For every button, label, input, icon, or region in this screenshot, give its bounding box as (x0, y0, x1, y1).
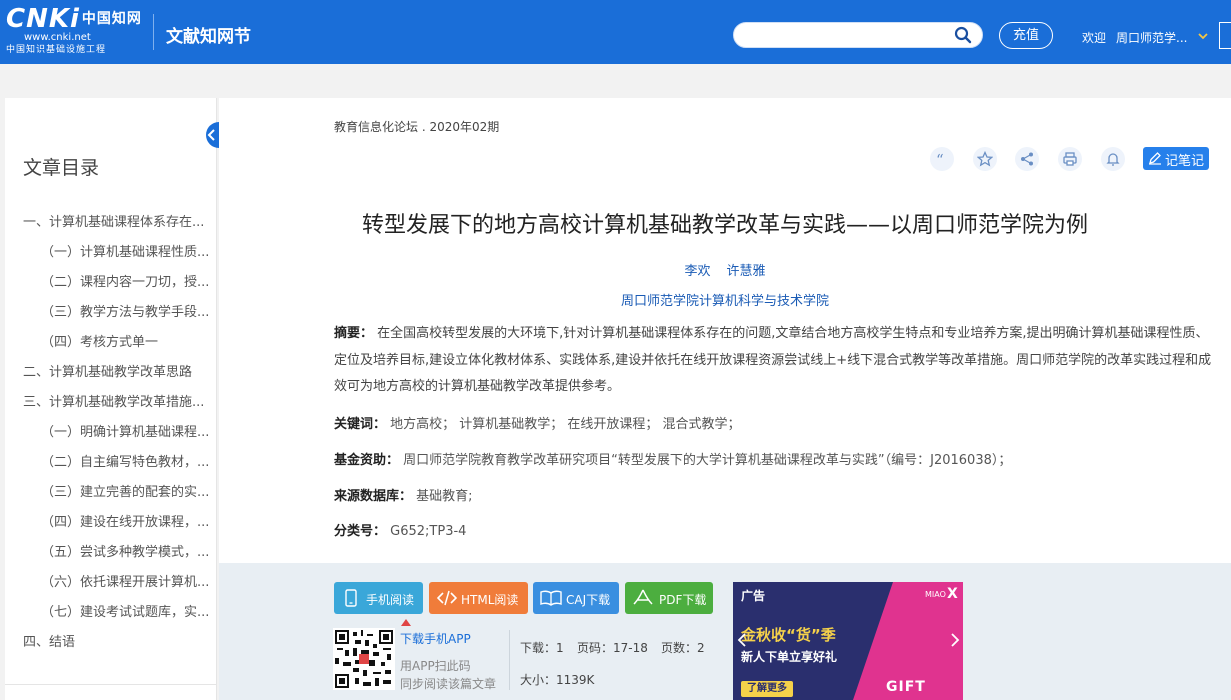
sidebar-divider (5, 684, 217, 685)
phone-icon (345, 589, 357, 607)
journal-info[interactable]: 教育信息化论坛 . 2020年02期 (334, 118, 499, 135)
caj-download-label: CAJ下载 (566, 593, 611, 607)
caj-download-button[interactable]: CAJ下载 (533, 582, 619, 614)
source-label: 来源数据库： (334, 489, 413, 504)
ad-brand: MIAO (925, 590, 946, 599)
fund-label: 基金资助： (334, 453, 400, 468)
toc-item[interactable]: （二）自主编写特色教材，... (41, 451, 209, 470)
toc-title: 文章目录 (23, 157, 100, 179)
header-extra-button[interactable] (1219, 22, 1231, 49)
toc-item[interactable]: （五）尝试多种教学模式，... (41, 541, 209, 560)
logo-divider (153, 14, 154, 50)
file-size: 大小：1139K (520, 673, 595, 687)
toc-item[interactable]: （六）依托课程开展计算机... (41, 571, 209, 590)
search-input[interactable] (733, 22, 983, 48)
keywords-row: 关键词： 地方高校； 计算机基础教学； 在线开放课程； 混合式教学； (334, 413, 741, 432)
source-row: 来源数据库： 基础教育; (334, 485, 473, 504)
toc-item[interactable]: （四）考核方式单一 (41, 331, 158, 350)
ad-learn-more-button[interactable]: 了解更多 (741, 681, 793, 697)
toc-item[interactable]: 一、计算机基础课程体系存在... (23, 211, 204, 230)
abstract-label: 摘要： (334, 326, 374, 341)
abstract: 摘要： 在全国高校转型发展的大环境下,针对计算机基础课程体系存在的问题,文章结合… (334, 321, 1212, 401)
toc-item[interactable]: （一）明确计算机基础课程... (41, 421, 209, 440)
book-icon (540, 590, 562, 606)
toc-item[interactable]: （三）教学方法与教学手段... (41, 301, 209, 320)
star-icon (977, 151, 993, 167)
edit-icon (1149, 152, 1161, 165)
toc-item[interactable]: （二）课程内容一刀切，授... (41, 271, 209, 290)
cnki-logo[interactable]: CNKi 中国知网 www.cnki.net 中国知识基础设施工程 (6, 6, 146, 58)
mobile-read-label: 手机阅读 (366, 593, 415, 607)
svg-text:“: “ (936, 151, 944, 167)
search-icon[interactable] (954, 26, 972, 44)
download-app-link[interactable]: 下载手机APP (400, 630, 471, 647)
pdf-download-label: PDF下载 (659, 593, 707, 607)
app-arrow-icon (401, 619, 411, 626)
cite-button[interactable]: “ (930, 147, 954, 171)
pdf-download-button[interactable]: PDF下载 (625, 582, 713, 614)
ad-prev-icon[interactable] (737, 632, 747, 648)
user-name[interactable]: 周口师范学... (1116, 29, 1187, 46)
take-note-button[interactable]: 记笔记 (1143, 147, 1209, 170)
ad-subline: 新人下单立享好礼 (741, 650, 838, 664)
toc-item[interactable]: 二、计算机基础教学改革思路 (23, 361, 192, 380)
quote-icon: “ (936, 151, 944, 167)
print-button[interactable] (1058, 147, 1082, 171)
logo-cn: 中国知网 (81, 11, 142, 27)
app-hint-1: 用APP扫此码 (400, 659, 471, 673)
recharge-button[interactable]: 充值 (999, 22, 1053, 49)
toc-item[interactable]: （三）建立完善的配套的实... (41, 481, 209, 500)
html-read-label: HTML阅读 (461, 593, 519, 607)
chevron-down-icon[interactable] (1197, 30, 1209, 42)
toc-item[interactable]: （七）建设考试试题库，实... (41, 601, 209, 620)
toc-item[interactable]: （一）计算机基础课程性质... (41, 241, 209, 260)
print-icon (1063, 152, 1077, 166)
logo-url: www.cnki.net (24, 32, 91, 43)
ad-gift-text: GIFT (886, 679, 926, 695)
share-icon (1021, 152, 1033, 166)
class-label: 分类号： (334, 524, 387, 539)
pdf-icon (633, 589, 653, 605)
app-hint-2: 同步阅读该篇文章 (400, 677, 497, 691)
ad-headline: 金秋收“货”季 (741, 626, 836, 644)
take-note-label: 记笔记 (1165, 154, 1205, 169)
code-icon (437, 590, 457, 606)
fund-value[interactable]: 周口师范学院教育教学改革研究项目“转型发展下的大学计算机基础课程改革与实践”（编… (403, 453, 1011, 468)
site-name[interactable]: 文献知网节 (166, 22, 251, 47)
toc-item[interactable]: （四）建设在线开放课程，... (41, 511, 209, 530)
ad-next-icon[interactable] (950, 632, 960, 648)
share-button[interactable] (1015, 147, 1039, 171)
source-value: 基础教育; (416, 489, 473, 504)
keywords-label: 关键词： (334, 417, 387, 432)
favorite-button[interactable] (973, 147, 997, 171)
author-link[interactable]: 李欢 (684, 264, 710, 279)
ad-label: 广告 (741, 589, 766, 603)
download-count: 下载：1 (520, 641, 564, 655)
ad-close-button[interactable]: X (947, 586, 958, 602)
subscribe-button[interactable] (1101, 147, 1125, 171)
abstract-text: 在全国高校转型发展的大环境下,针对计算机基础课程体系存在的问题,文章结合地方高校… (334, 326, 1212, 394)
class-value: G652;TP3-4 (390, 524, 467, 539)
page-range: 页码：17-18 (577, 641, 648, 655)
article-title: 转型发展下的地方高校计算机基础教学改革与实践——以周口师范学院为例 (361, 213, 1088, 238)
bell-icon (1106, 153, 1120, 166)
welcome-label: 欢迎 (1082, 31, 1107, 45)
keywords-value[interactable]: 地方高校； 计算机基础教学； 在线开放课程； 混合式教学； (390, 417, 740, 432)
stats-divider (509, 630, 510, 690)
html-read-button[interactable]: HTML阅读 (429, 582, 528, 614)
author-list: 李欢 许慧雅 (219, 260, 1231, 279)
fund-row: 基金资助： 周口师范学院教育教学改革研究项目“转型发展下的大学计算机基础课程改革… (334, 449, 1011, 468)
qr-code-icon (333, 628, 395, 690)
affiliation-link[interactable]: 周口师范学院计算机科学与技术学院 (219, 290, 1231, 309)
logo-main: CNKi (6, 4, 80, 34)
logo-sub: 中国知识基础设施工程 (6, 45, 107, 55)
toc-item[interactable]: 四、结语 (23, 631, 75, 650)
class-row: 分类号： G652;TP3-4 (334, 520, 466, 539)
toc-item[interactable]: 三、计算机基础教学改革措施... (23, 391, 204, 410)
author-link[interactable]: 许慧雅 (727, 264, 766, 279)
mobile-read-button[interactable]: 手机阅读 (334, 582, 423, 614)
page-count: 页数：2 (661, 641, 705, 655)
